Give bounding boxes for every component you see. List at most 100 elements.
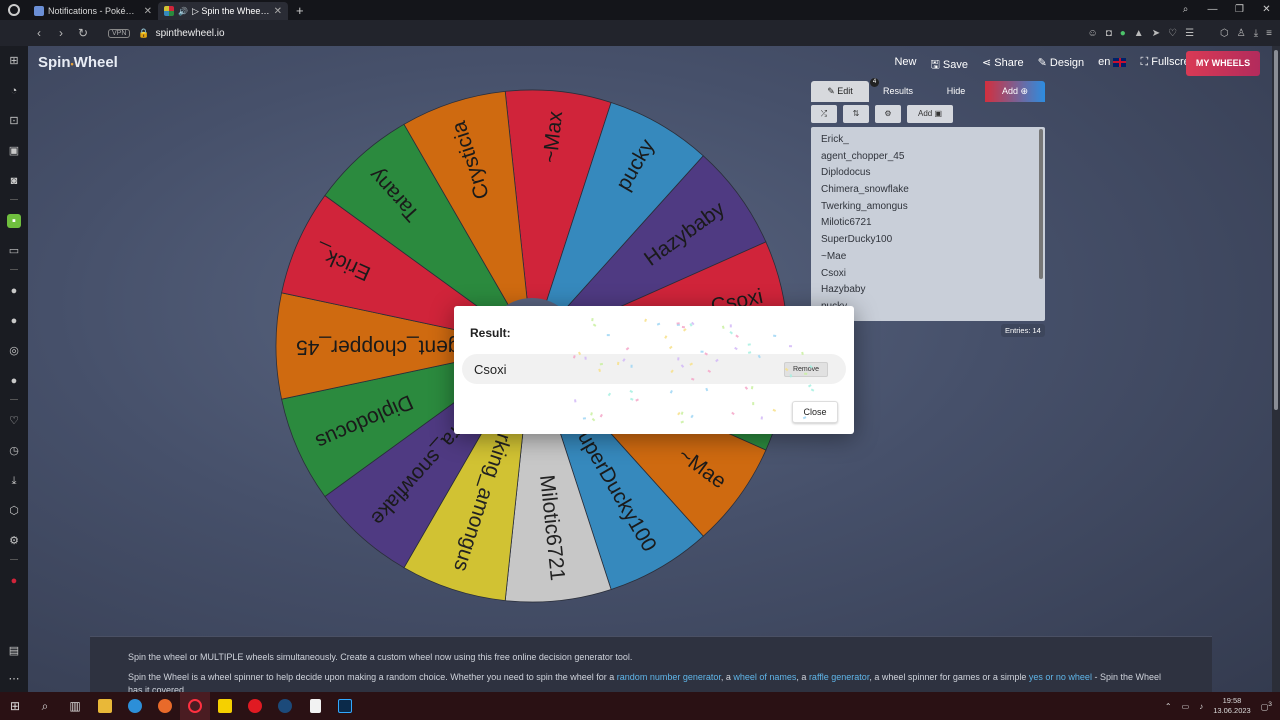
gamepad-icon[interactable]: ⊞	[7, 54, 21, 68]
tray-chevron-icon[interactable]: ⌃	[1165, 702, 1172, 711]
my-wheels-button[interactable]: MY WHEELS	[1186, 51, 1260, 76]
notifications-icon[interactable]: ▢3	[1261, 701, 1272, 712]
entry-item[interactable]: agent_chopper_45	[821, 149, 1035, 166]
speed-dial-icon[interactable]: ◔	[7, 84, 21, 98]
heart-icon[interactable]: ♡	[1168, 28, 1177, 39]
new-tab-button[interactable]: +	[288, 3, 312, 18]
forward-icon[interactable]: ›	[50, 26, 72, 40]
whatsapp-icon[interactable]: ●	[7, 314, 21, 328]
emoji-icon[interactable]: ☺	[1087, 28, 1097, 39]
send-icon[interactable]: ➤	[1152, 28, 1160, 39]
search-icon[interactable]: ⌕	[30, 692, 60, 720]
remove-button[interactable]: Remove	[784, 362, 828, 377]
add-image-button[interactable]: Add ▣	[907, 105, 953, 123]
tab-results[interactable]: 4 Results	[869, 78, 927, 102]
messenger-icon[interactable]: ●	[7, 284, 21, 298]
tab-add[interactable]: Add ⊕	[985, 81, 1045, 102]
new-button[interactable]: New	[894, 56, 916, 75]
site-logo[interactable]: Spin•Wheel	[38, 54, 118, 71]
settings-sidebar-icon[interactable]: ⚙	[7, 534, 21, 548]
link-raffle-generator[interactable]: raffle generator	[809, 672, 869, 682]
task-view-icon[interactable]: ▥	[60, 692, 90, 720]
link-yes-or-no-wheel[interactable]: yes or no wheel	[1029, 672, 1092, 682]
downloads-icon[interactable]: ⤓	[7, 474, 21, 488]
menu-icon[interactable]: ≡	[1266, 28, 1272, 39]
maximize-icon[interactable]: ❐	[1226, 0, 1253, 20]
shuffle-button[interactable]: ⤮	[811, 105, 837, 123]
extensions-icon[interactable]: ⬡	[7, 504, 21, 518]
scrollbar-thumb[interactable]	[1274, 50, 1278, 410]
audio-icon[interactable]: 🔊	[178, 7, 188, 16]
entries-scrollbar[interactable]	[1039, 129, 1043, 279]
steam-icon[interactable]	[270, 692, 300, 720]
instagram-icon[interactable]: ◎	[7, 344, 21, 358]
link-wheel-of-names[interactable]: wheel of names	[733, 672, 796, 682]
lock-icon[interactable]: 🔒	[138, 28, 149, 39]
cube-icon[interactable]: ⬡	[1220, 28, 1229, 39]
history-icon[interactable]: ◷	[7, 444, 21, 458]
twitter-icon[interactable]: ●	[7, 374, 21, 388]
document-icon[interactable]	[300, 692, 330, 720]
url-field[interactable]: spinthewheel.io	[156, 28, 225, 39]
tab-edit[interactable]: ✎ Edit	[811, 81, 869, 102]
tab-spin-the-wheel[interactable]: 🔊 ▷ Spin the Wheel » Cus ✕	[158, 2, 288, 20]
share-button[interactable]: ⋖ Share	[982, 56, 1024, 75]
clock[interactable]: 19:58 13.06.2023	[1213, 696, 1251, 716]
settings-icon[interactable]: ☰	[1185, 28, 1194, 39]
profile-icon[interactable]: ♙	[1237, 28, 1246, 39]
easy-setup-icon[interactable]: ▤	[7, 644, 21, 658]
entry-item[interactable]: Csoxi	[821, 266, 1035, 283]
entry-item[interactable]: Chimera_snowflake	[821, 182, 1035, 199]
more-icon[interactable]: ⋯	[7, 672, 21, 686]
photoshop-icon[interactable]	[330, 692, 360, 720]
camera-icon[interactable]: ◘	[1106, 28, 1112, 39]
entry-item[interactable]: Twerking_amongus	[821, 199, 1035, 216]
volume-icon[interactable]: ♪	[1199, 702, 1203, 711]
heart-sidebar-icon[interactable]: ♡	[7, 414, 21, 428]
search-tabs-icon[interactable]: ⌕	[1172, 0, 1199, 20]
entry-item[interactable]: Diplodocus	[821, 165, 1035, 182]
save-button[interactable]: 🖫 Save	[930, 56, 968, 75]
back-icon[interactable]: ‹	[28, 26, 50, 40]
link-random-number-generator[interactable]: random number generator	[617, 672, 721, 682]
minimize-icon[interactable]: —	[1199, 0, 1226, 20]
adblock-icon[interactable]: ●	[1120, 28, 1126, 39]
power-app-icon[interactable]	[240, 692, 270, 720]
entry-item[interactable]: Milotic6721	[821, 215, 1035, 232]
entries-textarea[interactable]: Erick_ agent_chopper_45 Diplodocus Chimera_…	[811, 127, 1045, 321]
network-icon[interactable]: ▭	[1182, 702, 1190, 711]
design-button[interactable]: ✎ Design	[1038, 56, 1085, 75]
edge-icon[interactable]	[120, 692, 150, 720]
reload-icon[interactable]: ↻	[72, 26, 94, 40]
bag-icon[interactable]: ⊡	[7, 114, 21, 128]
download-icon[interactable]: ⤓	[1254, 28, 1258, 39]
vpn-badge[interactable]: VPN	[108, 28, 131, 38]
close-tab-icon[interactable]: ✕	[144, 6, 152, 17]
file-explorer-icon[interactable]	[90, 692, 120, 720]
vpn-icon[interactable]: ▲	[1134, 28, 1144, 39]
music-icon[interactable]: ◙	[7, 174, 21, 188]
entry-item[interactable]: SuperDucky100	[821, 232, 1035, 249]
active-panel-icon[interactable]: ▪	[7, 214, 21, 228]
entry-item[interactable]: ~Mae	[821, 249, 1035, 266]
sticky-notes-icon[interactable]	[210, 692, 240, 720]
chat-icon[interactable]: ▭	[7, 244, 21, 258]
opera-taskbar-icon[interactable]	[180, 692, 210, 720]
entry-item[interactable]: Hazybaby	[821, 282, 1035, 299]
close-window-icon[interactable]: ✕	[1253, 0, 1280, 20]
result-value: Csoxi	[474, 362, 507, 377]
recording-icon[interactable]: ●	[7, 574, 21, 588]
windows-start-icon[interactable]: ⊞	[0, 692, 30, 720]
page-scrollbar[interactable]	[1272, 46, 1280, 692]
settings-button[interactable]: ⚙	[875, 105, 901, 123]
close-tab-icon[interactable]: ✕	[274, 6, 282, 17]
twitch-icon[interactable]: ▣	[7, 144, 21, 158]
opera-logo-icon[interactable]	[0, 0, 28, 20]
sort-button[interactable]: ⇅	[843, 105, 869, 123]
close-button[interactable]: Close	[792, 401, 838, 423]
language-button[interactable]: en	[1098, 56, 1127, 75]
entry-item[interactable]: Erick_	[821, 132, 1035, 149]
firefox-icon[interactable]	[150, 692, 180, 720]
tab-hide[interactable]: Hide	[927, 81, 985, 102]
tab-pokeheroes[interactable]: Notifications - PokéHeroes ✕	[28, 2, 158, 20]
